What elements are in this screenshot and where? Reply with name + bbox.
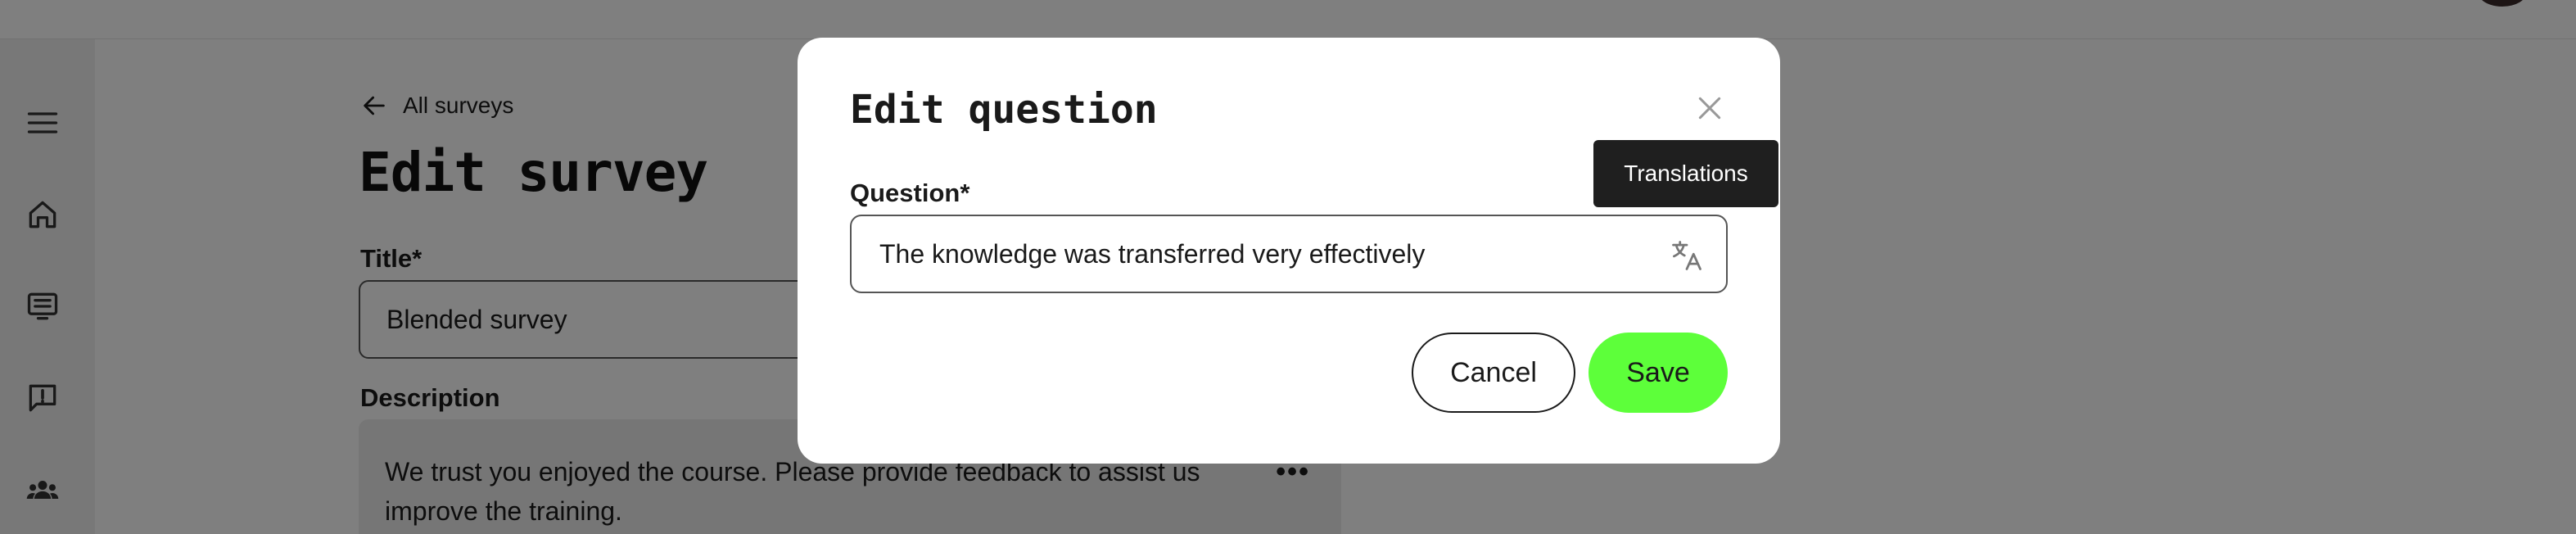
translate-icon[interactable] — [1669, 238, 1705, 274]
close-icon[interactable] — [1693, 92, 1726, 124]
edit-question-dialog: Edit question Question* Cancel Save — [798, 38, 1780, 464]
question-field-wrapper — [850, 215, 1728, 293]
translations-tooltip: Translations — [1593, 140, 1778, 207]
save-button[interactable]: Save — [1589, 333, 1728, 413]
question-input[interactable] — [852, 216, 1638, 292]
cancel-button[interactable]: Cancel — [1412, 333, 1575, 413]
question-label: Question* — [850, 179, 970, 207]
dialog-title: Edit question — [850, 87, 1158, 133]
